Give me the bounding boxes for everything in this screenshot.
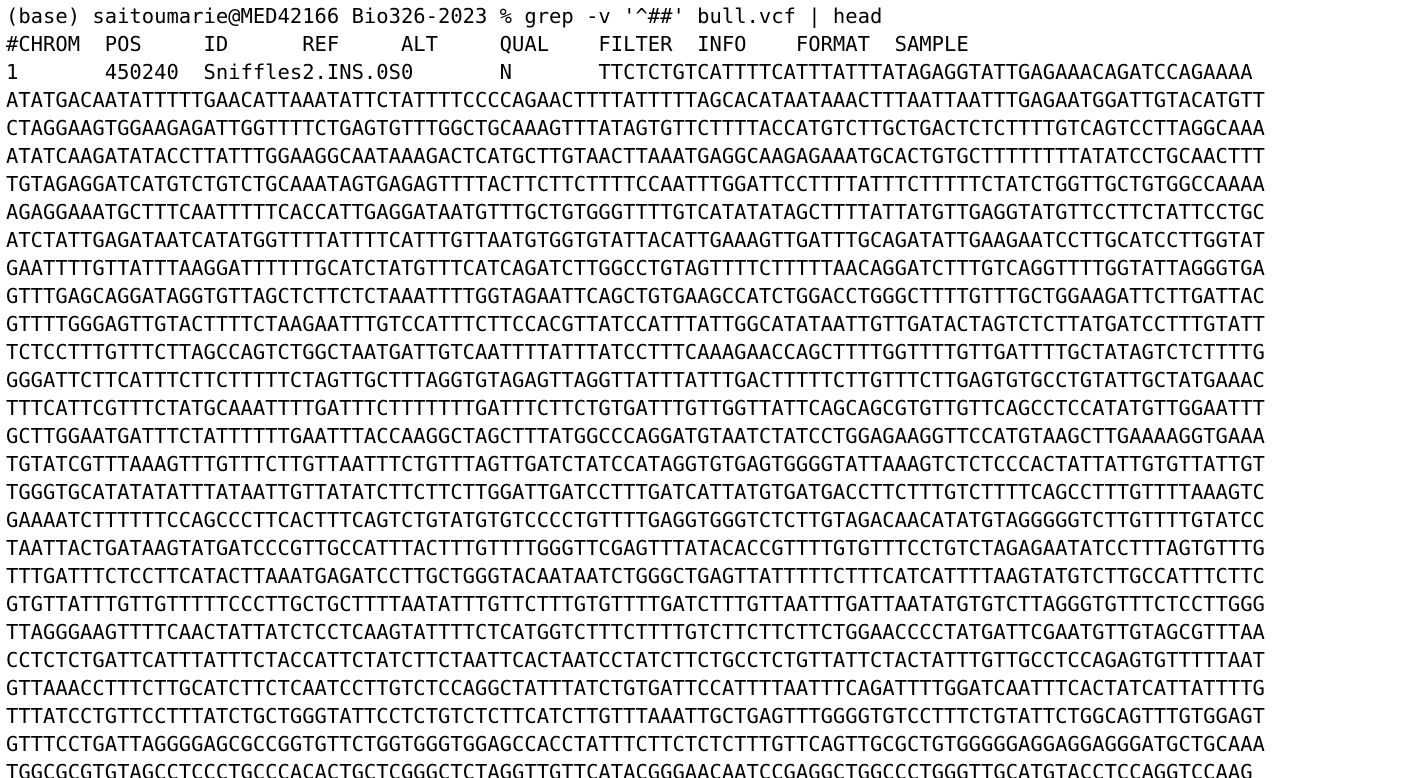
sequence-line: GAATTTTGTTATTTAAGGATTTTTTGCATCTATGTTTCAT… bbox=[6, 256, 1265, 280]
sequence-line: GTTAAACCTTTCTTGCATCTTCTCAATCCTTGTCTCCAGG… bbox=[6, 676, 1265, 700]
vcf-record-line: 1 450240 Sniffles2.INS.0S0 N TTCTCTGTCAT… bbox=[6, 60, 1253, 84]
sequence-line: TGTATCGTTTAAAGTTTGTTTCTTGTTAATTTCTGTTTAG… bbox=[6, 452, 1265, 476]
sequence-line: GTTTGAGCAGGATAGGTGTTAGCTCTTCTCTAAATTTTGG… bbox=[6, 284, 1265, 308]
sequence-line: GCTTGGAATGATTTCTATTTTTTGAATTTACCAAGGCTAG… bbox=[6, 424, 1265, 448]
sequence-line: GAAAATCTTTTTTCCAGCCCTTCACTTTCAGTCTGTATGT… bbox=[6, 508, 1265, 532]
sequence-line: AGAGGAAATGCTTTCAATTTTTCACCATTGAGGATAATGT… bbox=[6, 200, 1265, 224]
terminal-window[interactable]: (base) saitoumarie@MED42166 Bio326-2023 … bbox=[0, 0, 1428, 778]
sequence-line: GTTTCCTGATTAGGGGAGCGCCGGTGTTCTGGTGGGTGGA… bbox=[6, 732, 1265, 756]
sequence-line: CCTCTCTGATTCATTTATTTCTACCATTCTATCTTCTAAT… bbox=[6, 648, 1265, 672]
sequence-line: ATCTATTGAGATAATCATATGGTTTTATTTTCATTTGTTA… bbox=[6, 228, 1265, 252]
sequence-line: ATATCAAGATATACCTTATTTGGAAGGCAATAAAGACTCA… bbox=[6, 144, 1265, 168]
sequence-line: TTAGGGAAGTTTTCAACTATTATCTCCTCAAGTATTTTCT… bbox=[6, 620, 1265, 644]
sequence-line: GGGATTCTTCATTTCTTCTTTTTCTAGTTGCTTTAGGTGT… bbox=[6, 368, 1265, 392]
sequence-line: GTGTTATTTGTTGTTTTTCCCTTGCTGCTTTTAATATTTG… bbox=[6, 592, 1265, 616]
vcf-header-line: #CHROM POS ID REF ALT QUAL FILTER INFO F… bbox=[6, 32, 969, 56]
sequence-line: TTTCATTCGTTTCTATGCAAATTTTGATTTCTTTTTTTGA… bbox=[6, 396, 1265, 420]
shell-prompt: (base) saitoumarie@MED42166 Bio326-2023 … bbox=[6, 4, 525, 28]
command-line: (base) saitoumarie@MED42166 Bio326-2023 … bbox=[6, 2, 882, 30]
sequence-line: ATATGACAATATTTTTGAACATTAAATATTCTATTTTCCC… bbox=[6, 88, 1265, 112]
sequence-line: TTTGATTTCTCCTTCATACTTAAATGAGATCCTTGCTGGG… bbox=[6, 564, 1265, 588]
sequence-line: TGGGTGCATATATATTTATAATTGTTATATCTTCTTCTTG… bbox=[6, 480, 1265, 504]
sequence-line: TGGCGCGTGTAGCCTCCCTGCCCACACTGCTCGGGCTCTA… bbox=[6, 760, 1253, 778]
sequence-line: TCTCCTTTGTTTCTTAGCCAGTCTGGCTAATGATTGTCAA… bbox=[6, 340, 1265, 364]
sequence-line: TGTAGAGGATCATGTCTGTCTGCAAATAGTGAGAGTTTTA… bbox=[6, 172, 1265, 196]
sequence-line: TTTATCCTGTTCCTTTATCTGCTGGGTATTCCTCTGTCTC… bbox=[6, 704, 1265, 728]
command-text: grep -v '^##' bull.vcf | head bbox=[524, 4, 883, 28]
sequence-line: CTAGGAAGTGGAAGAGATTGGTTTTCTGAGTGTTTGGCTG… bbox=[6, 116, 1265, 140]
sequence-line: GTTTTGGGAGTTGTACTTTTCTAAGAATTTGTCCATTTCT… bbox=[6, 312, 1265, 336]
sequence-line: TAATTACTGATAAGTATGATCCCGTTGCCATTTACTTTGT… bbox=[6, 536, 1265, 560]
